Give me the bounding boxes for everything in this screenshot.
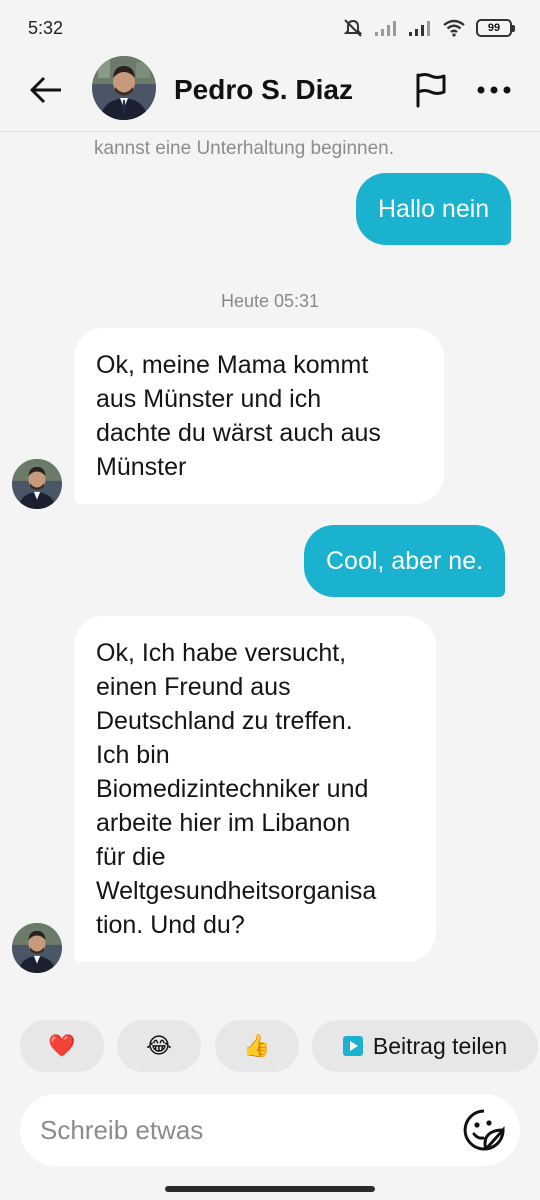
back-button[interactable] — [26, 70, 66, 110]
conversation-intro-text: kannst eine Unterhaltung beginnen. — [94, 138, 395, 159]
message-line: tion. Und du? — [96, 911, 245, 939]
play-square-icon — [342, 1036, 363, 1056]
message-line: aus Münster und ich — [96, 385, 322, 413]
back-arrow-icon — [30, 76, 61, 104]
message-text: Cool, aber ne. — [326, 547, 484, 575]
thumbs-up-icon: 👍 — [243, 1033, 271, 1058]
sticker-icon — [463, 1109, 505, 1151]
flag-icon — [416, 73, 446, 108]
share-post-label: Beitrag teilen — [372, 1032, 508, 1059]
share-post-button[interactable]: Beitrag teilen — [312, 1020, 538, 1072]
status-bar: 5:32 99 — [0, 0, 540, 56]
message-bubble-incoming[interactable]: Ok, meine Mama kommt aus Münster und ich… — [74, 328, 444, 504]
reaction-heart-button[interactable]: ❤️ — [20, 1020, 104, 1072]
report-button[interactable] — [408, 68, 452, 112]
status-icons: 99 — [342, 18, 515, 38]
message-line: Biomedizintechniker und — [96, 775, 369, 803]
sender-avatar[interactable] — [12, 459, 62, 509]
chat-header: Pedro S. Diaz — [0, 56, 540, 132]
message-bubble-outgoing[interactable]: Hallo nein — [356, 173, 512, 245]
message-bubble-outgoing[interactable]: Cool, aber ne. — [304, 525, 506, 597]
message-text: Hallo nein — [378, 195, 490, 223]
message-line: einen Freund aus — [96, 673, 291, 701]
date-separator: Heute 05:31 — [220, 291, 320, 311]
message-line: Deutschland zu treffen. — [96, 707, 353, 735]
laughing-emoji-icon: 😂 — [146, 1033, 172, 1058]
mute-icon — [343, 19, 363, 37]
message-line: Münster — [96, 453, 187, 481]
more-icon — [477, 86, 511, 94]
reaction-thumbs-up-button[interactable]: 👍 — [215, 1020, 299, 1072]
battery-level: 99 — [487, 22, 501, 34]
reaction-laugh-button[interactable]: 😂 — [117, 1020, 201, 1072]
contact-avatar[interactable] — [92, 56, 156, 120]
message-line: Weltgesundheitsorganisa — [96, 877, 377, 905]
message-list[interactable]: kannst eine Unterhaltung beginnen. Hallo… — [0, 133, 540, 1013]
message-line: Ich bin — [96, 741, 170, 769]
message-line: dachte du wärst auch aus — [96, 419, 381, 447]
quick-reactions-bar: ❤️ 😂 👍 Beitrag teilen — [0, 1020, 540, 1076]
wifi-icon — [443, 19, 465, 37]
message-input[interactable] — [40, 1114, 460, 1146]
more-options-button[interactable] — [472, 68, 516, 112]
status-time: 5:32 — [28, 17, 64, 38]
message-composer — [20, 1094, 520, 1166]
heart-icon: ❤️ — [48, 1033, 76, 1058]
sender-avatar[interactable] — [12, 923, 62, 973]
battery-icon: 99 — [476, 19, 515, 37]
message-line: arbeite hier im Libanon — [96, 809, 351, 837]
message-bubble-incoming[interactable]: Ok, Ich habe versucht, einen Freund aus … — [74, 616, 436, 962]
message-line: Ok, Ich habe versucht, — [96, 639, 347, 667]
signal-icon — [375, 21, 396, 36]
sticker-button[interactable] — [462, 1108, 506, 1152]
message-line: für die — [96, 843, 166, 871]
signal-icon — [409, 21, 430, 36]
message-line: Ok, meine Mama kommt — [96, 351, 369, 379]
contact-name[interactable]: Pedro S. Diaz — [174, 70, 353, 110]
home-indicator[interactable] — [165, 1186, 375, 1192]
